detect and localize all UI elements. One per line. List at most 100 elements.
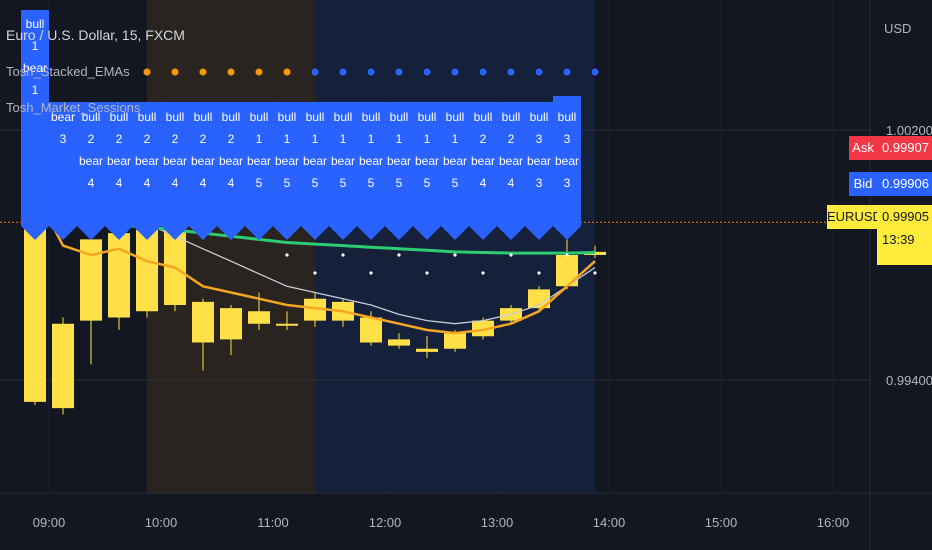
stack-label-text: bull	[334, 110, 353, 124]
signal-dot	[397, 253, 401, 257]
stack-label-text: 3	[564, 132, 571, 146]
candle-body	[444, 333, 466, 349]
stack-label-text: bull	[558, 110, 577, 124]
stack-label-text: 1	[284, 132, 291, 146]
stack-label-text: bear	[191, 154, 215, 168]
candle	[80, 239, 102, 365]
stack-label-text: 2	[144, 132, 151, 146]
candle-body	[388, 339, 410, 346]
stack-label-text: 2	[88, 132, 95, 146]
indicator-stacked-emas-label[interactable]: Tosh_Stacked_EMAs	[6, 64, 130, 79]
x-tick-label: 13:00	[481, 515, 514, 530]
candle-body	[52, 323, 74, 409]
x-tick-label: 11:00	[257, 515, 289, 530]
stack-label-text: bear	[415, 154, 439, 168]
stack-label-text: 3	[564, 176, 571, 190]
stack-label-text: 4	[116, 176, 123, 190]
stack-label-text: 2	[172, 132, 179, 146]
session-dot	[507, 68, 515, 76]
stack-label-text: bear	[247, 154, 271, 168]
stack-label-text: bull	[306, 110, 325, 124]
ask-label: Ask	[849, 136, 877, 160]
stack-label-text: 5	[284, 176, 291, 190]
currency-label: USD	[884, 21, 912, 36]
stack-label-text: bull	[362, 110, 381, 124]
stack-label-text: bear	[471, 154, 495, 168]
stack-label-text: 5	[424, 176, 431, 190]
candle-body	[416, 348, 438, 352]
stack-label-text: 1	[312, 132, 319, 146]
last-price-value: 0.99905	[877, 205, 932, 229]
stack-label-text: 4	[144, 176, 151, 190]
x-tick-label: 10:00	[145, 515, 178, 530]
stack-label-text: 2	[480, 132, 487, 146]
session-dot	[451, 68, 459, 76]
chart-canvas[interactable]: bull1bear1bear3bull2bear4bull2bear4bull2…	[0, 0, 932, 550]
indicator-market-sessions-label[interactable]: Tosh_Market_Sessions	[6, 100, 140, 115]
candle-body	[108, 233, 130, 318]
signal-dot	[593, 271, 597, 275]
stack-label-text: bear	[331, 154, 355, 168]
session-dot	[171, 68, 179, 76]
session-dot	[563, 68, 571, 76]
stack-label: bear3	[49, 102, 77, 240]
signal-dot	[285, 253, 289, 257]
bar-countdown: 13:39	[877, 229, 932, 265]
session-dot	[591, 68, 599, 76]
candle	[52, 317, 74, 415]
stack-label-text: 5	[312, 176, 319, 190]
stack-label-text: bull	[166, 110, 185, 124]
stack-label-text: bull	[250, 110, 269, 124]
stack-label-text: 5	[340, 176, 347, 190]
bid-label: Bid	[849, 172, 877, 196]
stack-label-text: 1	[32, 83, 39, 97]
session-dot	[255, 68, 263, 76]
stack-label-text: bear	[219, 154, 243, 168]
stack-label-text: bull	[222, 110, 241, 124]
stack-label-text: bear	[275, 154, 299, 168]
stack-label-text: 4	[508, 176, 515, 190]
x-tick-label: 09:00	[33, 515, 66, 530]
stack-label-text: bear	[387, 154, 411, 168]
chart-stage[interactable]: bull 1 bear 1 bear 3 bull 2 bear 4 bull 2 bear 4 bull 2…	[0, 0, 932, 550]
stack-label: bull 3 bear 3	[525, 102, 553, 240]
signal-dot	[369, 271, 373, 275]
stack-label-text: 4	[228, 176, 235, 190]
session-dot	[479, 68, 487, 76]
stack-label-text: bear	[499, 154, 523, 168]
stack-label-text: 5	[368, 176, 375, 190]
stack-label: bull 1 bear 5	[245, 102, 273, 240]
stack-label-text: 5	[396, 176, 403, 190]
stack-label: bull 1 bear 5	[385, 102, 413, 240]
stack-label-text: 2	[228, 132, 235, 146]
symbol-title: Euro / U.S. Dollar, 15, FXCM	[6, 27, 185, 43]
candle-body	[248, 311, 270, 324]
session-dot	[227, 68, 235, 76]
stack-label-text: bull	[278, 110, 297, 124]
stack-label: bull1bear1	[21, 10, 49, 240]
signal-dot	[313, 271, 317, 275]
x-tick-label: 16:00	[817, 515, 850, 530]
stack-label-text: 4	[172, 176, 179, 190]
signal-dot	[453, 253, 457, 257]
stack-label-text: 1	[396, 132, 403, 146]
x-tick-label: 15:00	[705, 515, 738, 530]
candle-body	[220, 308, 242, 340]
stack-label-text: 2	[200, 132, 207, 146]
session-dot	[199, 68, 207, 76]
stack-label-text: bear	[107, 154, 131, 168]
stack-label: bull 2 bear 4	[189, 102, 217, 240]
y-tick-label: 0.99400	[886, 373, 932, 388]
signal-dot	[537, 271, 541, 275]
stack-label: bull 2 bear 4	[217, 102, 245, 240]
stack-label-text: bear	[443, 154, 467, 168]
stack-label: bull 2 bear 4	[133, 102, 161, 240]
bid-value: 0.99906	[877, 172, 932, 196]
stack-label-text: bear	[359, 154, 383, 168]
stack-label-text: bull	[530, 110, 549, 124]
session-dot	[535, 68, 543, 76]
stack-label-text: bull	[446, 110, 465, 124]
stack-label-text: bear	[163, 154, 187, 168]
candle-body	[360, 317, 382, 343]
candle	[108, 226, 130, 330]
